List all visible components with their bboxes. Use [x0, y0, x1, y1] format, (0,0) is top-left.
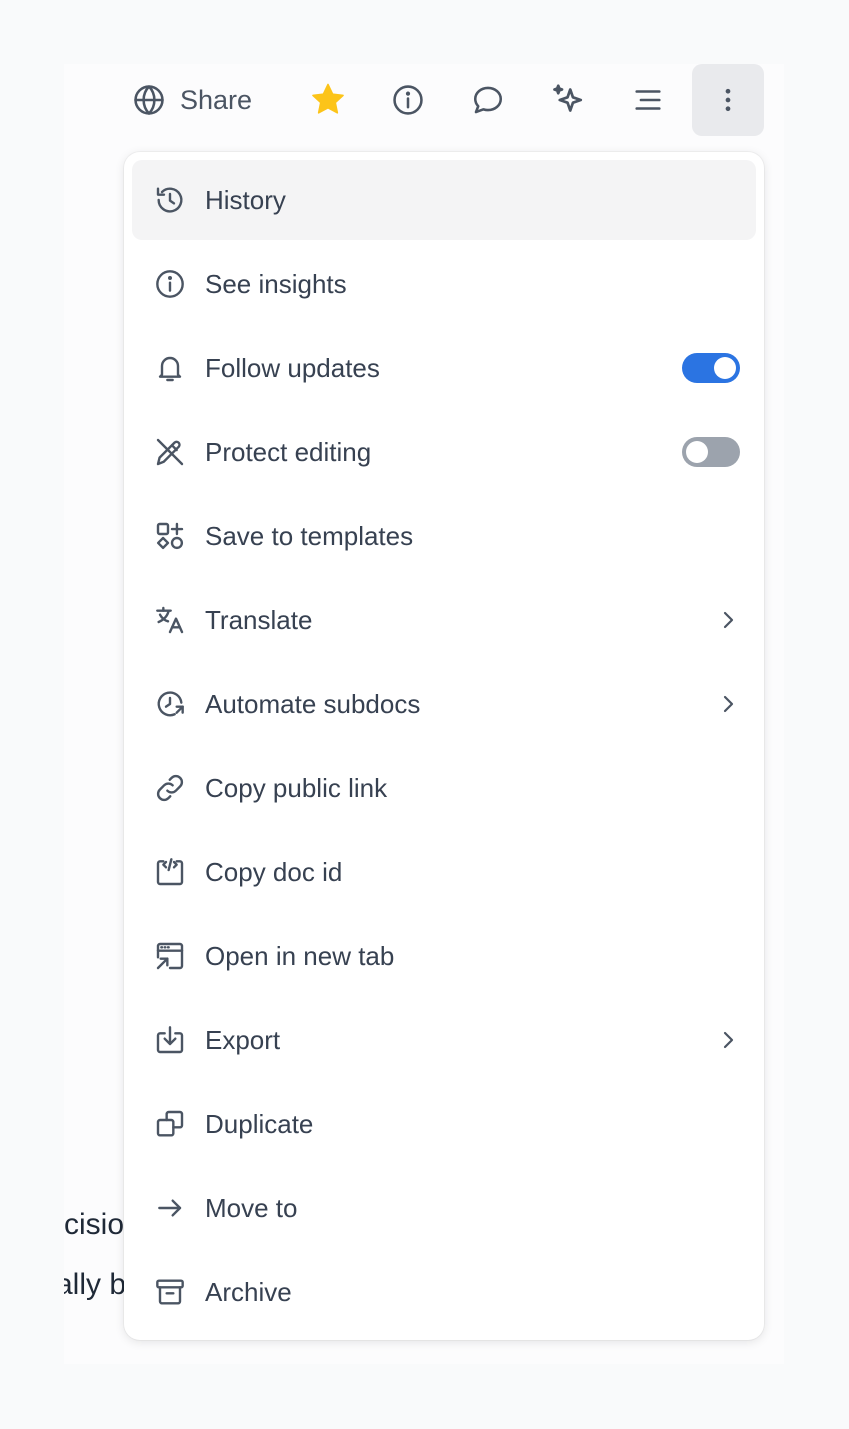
chevron-right-icon	[723, 695, 734, 713]
menu-item-label: Automate subdocs	[205, 689, 421, 719]
more-options-menu: History See insights Follow updates Prot…	[124, 152, 764, 1340]
duplicate-icon	[156, 1110, 184, 1137]
outline-button[interactable]	[612, 64, 684, 136]
toggle-knob	[686, 441, 708, 463]
export-icon	[156, 1026, 184, 1054]
menu-item-save-to-templates[interactable]: Save to templates	[132, 496, 756, 576]
menu-item-label: History	[205, 185, 286, 215]
history-icon	[156, 187, 183, 213]
menu-item-label: Copy doc id	[205, 857, 343, 887]
menu-item-label: Copy public link	[205, 773, 388, 803]
menu-item-move-to[interactable]: Move to	[132, 1168, 756, 1248]
menu-item-protect-editing[interactable]: Protect editing	[132, 412, 756, 492]
sparkle-icon	[553, 84, 583, 112]
templates-icon	[156, 522, 184, 550]
info-icon	[393, 85, 423, 115]
star-icon	[312, 83, 344, 114]
menu-item-copy-doc-id[interactable]: Copy doc id	[132, 832, 756, 912]
menu-item-open-in-new-tab[interactable]: Open in new tab	[132, 916, 756, 996]
more-icon	[725, 88, 731, 112]
archive-icon	[156, 1279, 184, 1305]
more-options-button[interactable]	[692, 64, 764, 136]
menu-item-label: Export	[205, 1025, 281, 1055]
share-label: Share	[180, 84, 253, 115]
menu-item-history[interactable]: History	[132, 160, 756, 240]
menu-item-label: Move to	[205, 1193, 298, 1223]
follow-updates-toggle[interactable]	[682, 353, 740, 383]
info-icon	[156, 270, 184, 298]
menu-item-label: Follow updates	[205, 353, 380, 383]
pencil-off-icon	[156, 438, 184, 466]
menu-item-label: Open in new tab	[205, 941, 395, 971]
automate-icon	[157, 691, 184, 717]
menu-item-see-insights[interactable]: See insights	[132, 244, 756, 324]
document-text-fragment: ally b	[64, 1268, 124, 1301]
code-icon	[156, 858, 184, 886]
toggle-knob	[714, 357, 736, 379]
menu-item-translate[interactable]: Translate	[132, 580, 756, 660]
ai-assistant-button[interactable]	[532, 64, 604, 136]
comments-button[interactable]	[452, 64, 524, 136]
menu-item-export[interactable]: Export	[132, 1000, 756, 1080]
menu-item-label: Translate	[205, 605, 313, 635]
favorite-button[interactable]	[292, 64, 364, 136]
menu-item-automate-subdocs[interactable]: Automate subdocs	[132, 664, 756, 744]
chevron-right-icon	[723, 611, 734, 629]
info-button[interactable]	[372, 64, 444, 136]
menu-item-label: Duplicate	[205, 1109, 314, 1139]
share-button[interactable]: Share	[132, 80, 252, 120]
document-text-fragment: cisio	[64, 1208, 124, 1241]
menu-item-follow-updates[interactable]: Follow updates	[132, 328, 756, 408]
globe-icon	[134, 85, 164, 115]
menu-item-label: Archive	[205, 1277, 292, 1307]
menu-item-label: Save to templates	[205, 521, 414, 551]
link-icon	[156, 774, 184, 802]
menu-item-duplicate[interactable]: Duplicate	[132, 1084, 756, 1164]
menu-item-label: See insights	[205, 269, 347, 299]
bell-icon	[158, 356, 182, 382]
menu-item-copy-public-link[interactable]: Copy public link	[132, 748, 756, 828]
translate-icon	[156, 606, 184, 634]
comment-icon	[473, 86, 503, 114]
document-toolbar: Share	[124, 64, 764, 136]
arrow-right-icon	[158, 1199, 182, 1217]
protect-editing-toggle[interactable]	[682, 437, 740, 467]
chevron-right-icon	[723, 1031, 734, 1049]
menu-item-archive[interactable]: Archive	[132, 1252, 756, 1332]
menu-item-label: Protect editing	[205, 437, 372, 467]
new-tab-icon	[156, 942, 184, 970]
outline-icon	[635, 90, 661, 110]
